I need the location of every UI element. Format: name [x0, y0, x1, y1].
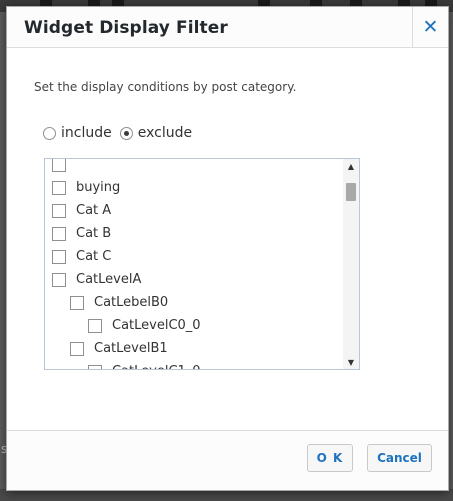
ok-button[interactable]: O K — [307, 444, 353, 472]
category-list[interactable]: buying Cat A Cat B Cat C CatLevelA CatLebelB0… — [44, 158, 360, 370]
dialog-description: Set the display conditions by post categ… — [34, 80, 297, 94]
category-item[interactable]: CatLevelB1 — [45, 337, 341, 360]
category-label: buying — [76, 180, 121, 195]
category-checkbox[interactable] — [70, 341, 84, 356]
dialog-title: Widget Display Filter — [24, 18, 228, 38]
category-label: Cat C — [76, 249, 112, 264]
category-item[interactable]: CatLebelB0 — [45, 291, 341, 314]
category-item[interactable]: CatLevelA — [45, 268, 341, 291]
category-item[interactable]: Cat C — [45, 245, 341, 268]
category-item[interactable]: Cat A — [45, 199, 341, 222]
category-item[interactable] — [45, 159, 341, 176]
category-checkbox[interactable] — [88, 364, 102, 369]
close-button[interactable]: ✕ — [412, 7, 448, 47]
category-checkbox[interactable] — [52, 226, 66, 241]
category-item[interactable]: buying — [45, 176, 341, 199]
category-item[interactable]: CatLevelC1_0 — [45, 360, 341, 369]
category-label: CatLebelB0 — [94, 295, 169, 310]
scroll-up-arrow-icon[interactable]: ▲ — [343, 159, 359, 173]
category-label: CatLevelC1_0 — [112, 364, 201, 369]
category-list-scrollbar[interactable]: ▲ ▼ — [343, 159, 359, 369]
include-radio[interactable]: include — [43, 125, 112, 141]
exclude-radio-circle[interactable] — [119, 126, 133, 140]
category-checkbox[interactable] — [52, 272, 66, 287]
mode-radio-group: include exclude — [43, 125, 200, 141]
category-checkbox[interactable] — [88, 318, 102, 333]
category-list-items: buying Cat A Cat B Cat C CatLevelA CatLebelB0… — [45, 159, 341, 369]
include-radio-label: include — [61, 125, 112, 141]
cancel-button[interactable]: Cancel — [367, 444, 432, 472]
category-item[interactable]: Cat B — [45, 222, 341, 245]
scroll-down-arrow-icon[interactable]: ▼ — [343, 355, 359, 369]
category-checkbox[interactable] — [52, 159, 66, 172]
category-checkbox[interactable] — [52, 249, 66, 264]
category-label: CatLevelC0_0 — [112, 318, 201, 333]
close-icon: ✕ — [422, 16, 439, 38]
category-checkbox[interactable] — [52, 203, 66, 218]
category-label: CatLevelB1 — [94, 341, 168, 356]
category-checkbox[interactable] — [70, 295, 84, 310]
include-radio-circle[interactable] — [43, 126, 56, 140]
category-label: CatLevelA — [76, 272, 142, 287]
dialog-footer: O K Cancel — [7, 430, 448, 490]
category-checkbox[interactable] — [52, 180, 66, 195]
category-item[interactable]: CatLevelC0_0 — [45, 314, 341, 337]
scrollbar-thumb[interactable] — [346, 183, 356, 201]
category-label: Cat A — [76, 203, 112, 218]
exclude-radio-label: exclude — [137, 125, 193, 141]
widget-display-filter-dialog: Widget Display Filter ✕ Set the display … — [6, 6, 449, 491]
category-label: Cat B — [76, 226, 112, 241]
dialog-header: Widget Display Filter ✕ — [7, 7, 448, 48]
exclude-radio[interactable]: exclude — [119, 125, 193, 141]
